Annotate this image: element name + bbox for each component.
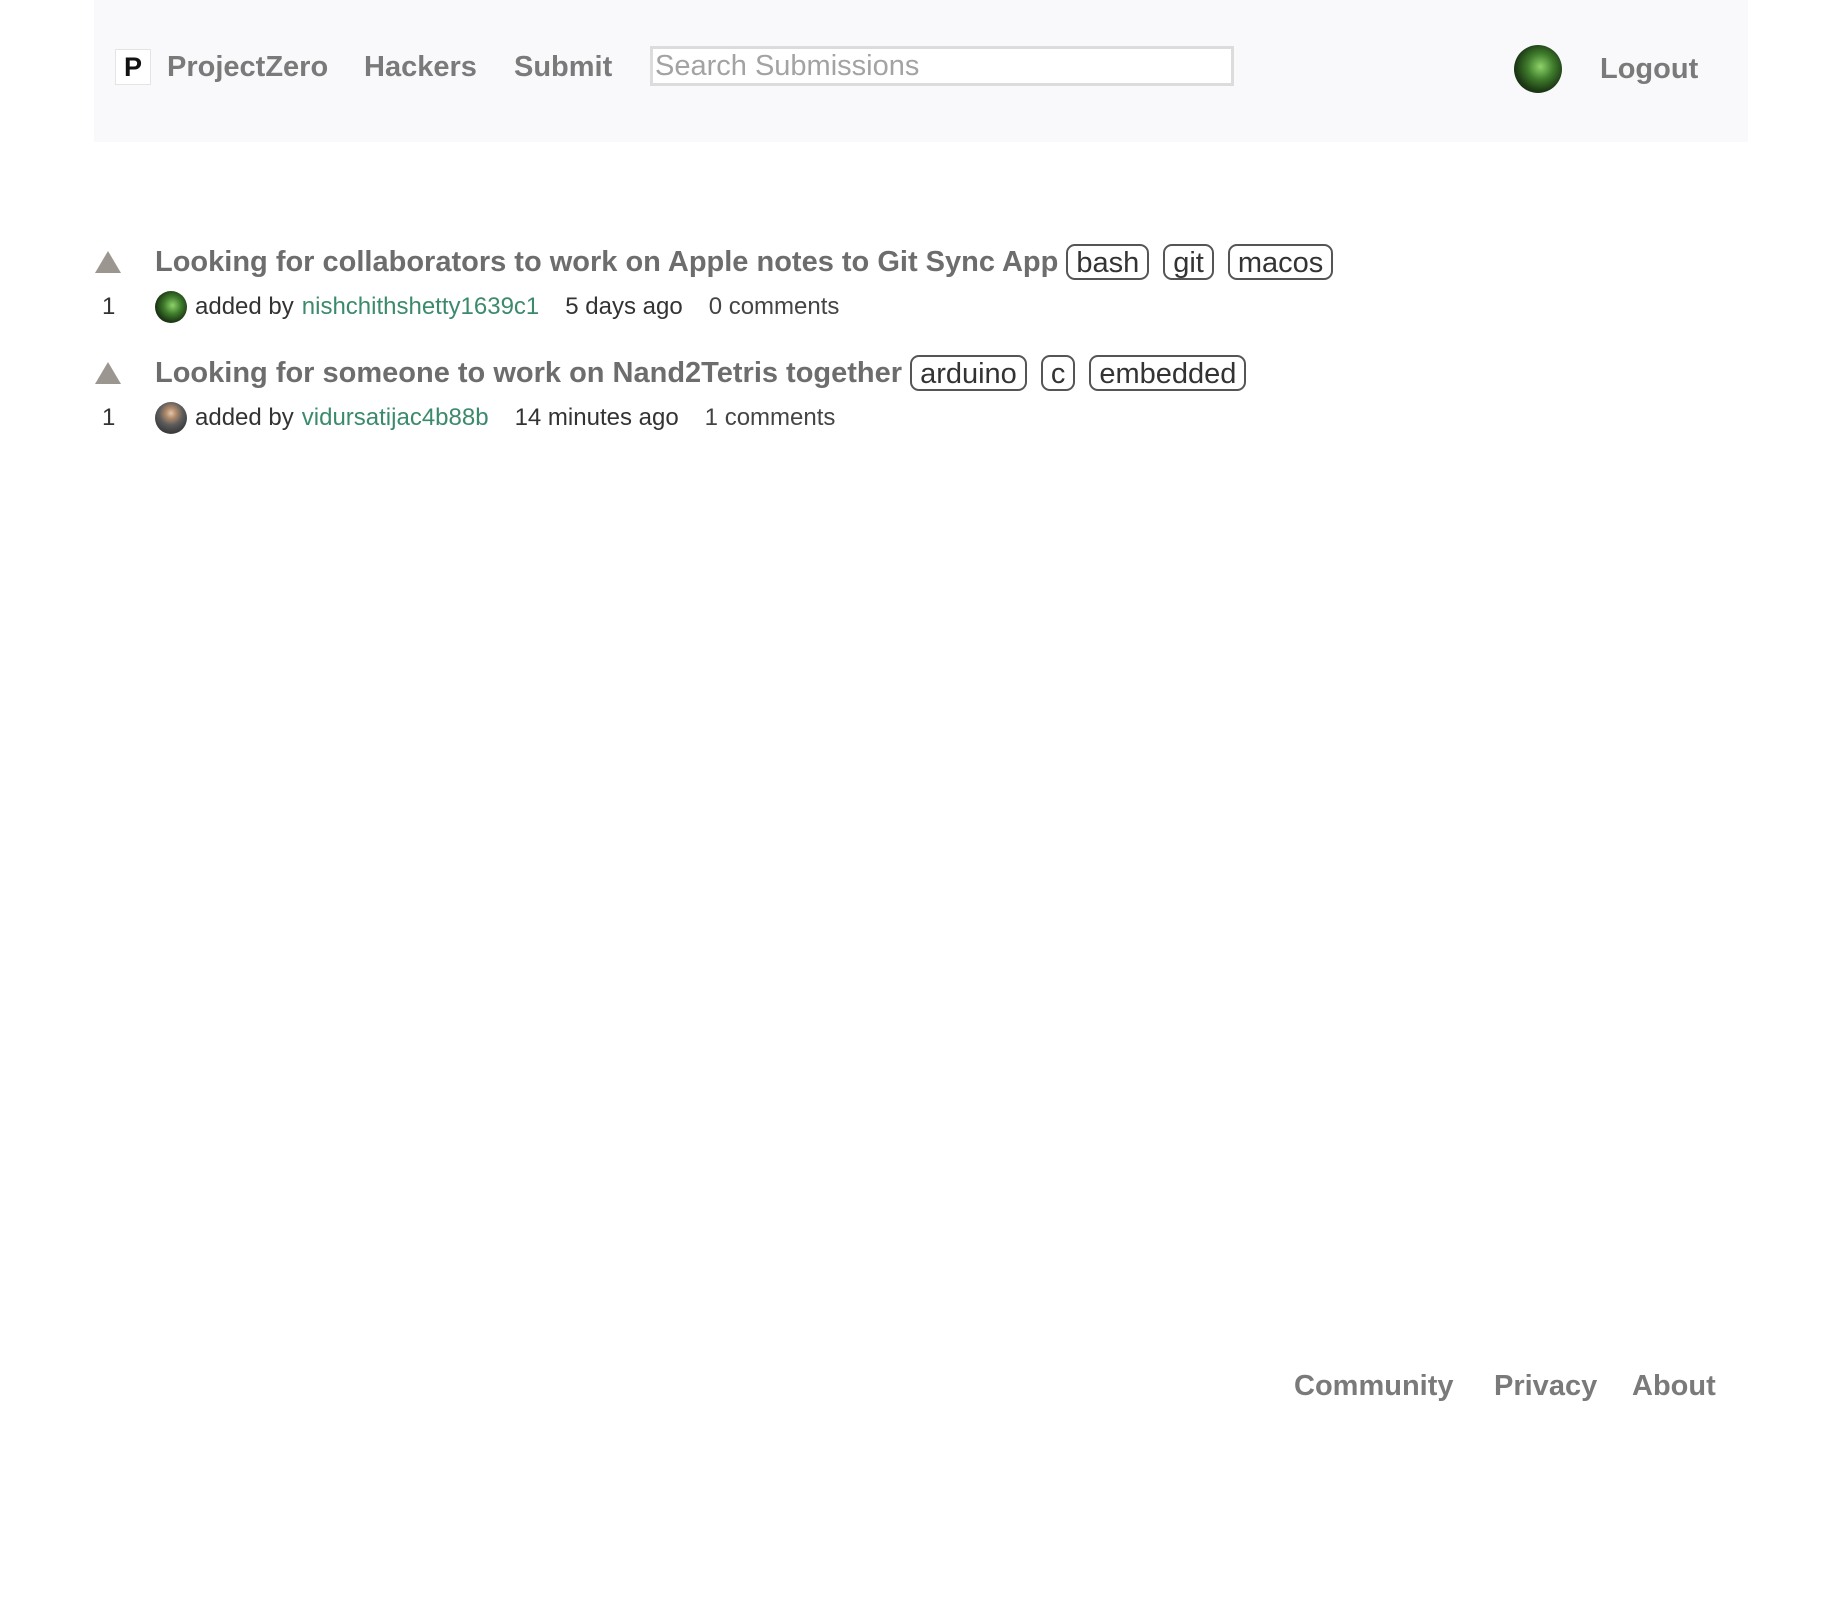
submission-meta: 1 added by nishchithshetty1639c1 5 days … [94, 290, 839, 324]
tag-badge[interactable]: embedded [1089, 355, 1247, 391]
tag-badge[interactable]: arduino [910, 355, 1027, 391]
author-avatar [155, 402, 187, 434]
navbar: P ProjectZero Hackers Submit Logout [94, 0, 1748, 142]
submission-title-row: Looking for collaborators to work on App… [155, 240, 1347, 284]
upvote-icon[interactable] [95, 251, 121, 273]
submission-title-link[interactable]: Looking for collaborators to work on App… [155, 246, 1058, 279]
search-input[interactable] [650, 46, 1234, 86]
comments-link[interactable]: 0 comments [709, 293, 840, 321]
tag-badge[interactable]: git [1163, 244, 1214, 280]
added-by-label: added by [195, 293, 294, 320]
tag-badge[interactable]: macos [1227, 244, 1334, 280]
upvote-icon[interactable] [95, 362, 121, 384]
tag-badge[interactable]: bash [1066, 244, 1150, 280]
footer-privacy-link[interactable]: Privacy [1494, 1368, 1597, 1404]
timestamp: 5 days ago [565, 293, 683, 320]
submission-title-link[interactable]: Looking for someone to work on Nand2Tetr… [155, 357, 902, 390]
logout-link[interactable]: Logout [1600, 51, 1698, 87]
comments-link[interactable]: 1 comments [705, 404, 836, 432]
points-count: 1 [102, 404, 116, 431]
submission-title-row: Looking for someone to work on Nand2Tetr… [155, 351, 1260, 395]
logo-icon[interactable]: P [115, 49, 151, 85]
nav-hackers-link[interactable]: Hackers [364, 49, 477, 85]
submission-meta: 1 added by vidursatijac4b88b 14 minutes … [94, 401, 835, 435]
nav-submit-link[interactable]: Submit [514, 49, 612, 85]
submission-item: Looking for collaborators to work on App… [94, 240, 1494, 351]
tag-badge[interactable]: c [1040, 355, 1076, 391]
author-link[interactable]: vidursatijac4b88b [302, 404, 489, 432]
points-count: 1 [102, 293, 116, 320]
footer-community-link[interactable]: Community [1294, 1368, 1454, 1404]
brand-link[interactable]: ProjectZero [167, 49, 328, 85]
author-link[interactable]: nishchithshetty1639c1 [302, 293, 540, 321]
submission-list: Looking for collaborators to work on App… [94, 240, 1494, 462]
user-avatar[interactable] [1514, 45, 1562, 93]
timestamp: 14 minutes ago [514, 404, 679, 431]
footer-about-link[interactable]: About [1632, 1368, 1716, 1404]
author-avatar [155, 291, 187, 323]
submission-item: Looking for someone to work on Nand2Tetr… [94, 351, 1494, 462]
added-by-label: added by [195, 404, 294, 431]
